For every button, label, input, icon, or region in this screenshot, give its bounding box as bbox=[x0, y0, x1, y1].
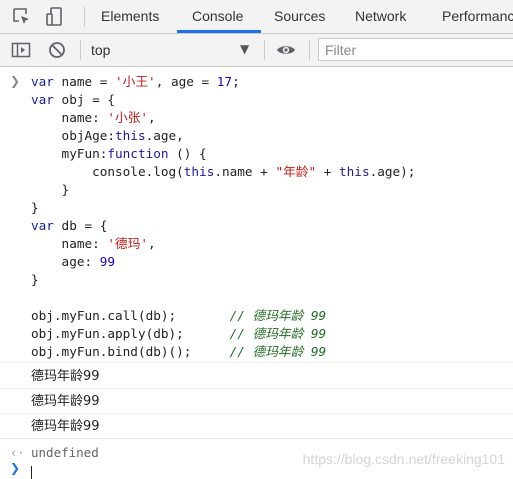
device-toolbar-icon[interactable] bbox=[44, 6, 66, 28]
result-value: undefined bbox=[31, 445, 99, 460]
active-tab-indicator bbox=[177, 30, 261, 33]
toolbar-divider bbox=[264, 40, 265, 60]
tab-console[interactable]: Console bbox=[192, 0, 243, 33]
console-input-entry: ❯ var name = '小王', age = 17; var obj = {… bbox=[0, 68, 513, 363]
prompt-chevron-icon: ❯ bbox=[10, 74, 21, 88]
sidebar-toggle-icon[interactable] bbox=[10, 39, 32, 61]
eye-icon[interactable] bbox=[275, 39, 297, 61]
prompt-chevron-icon: ❯ bbox=[10, 461, 21, 475]
toolbar-divider bbox=[80, 40, 81, 60]
console-toolbar: top ▼ bbox=[0, 34, 513, 67]
tab-network[interactable]: Network bbox=[355, 0, 406, 33]
devtools-window: Elements Console Sources Network Perform… bbox=[0, 0, 513, 479]
code-text[interactable]: var name = '小王', age = 17; var obj = { n… bbox=[31, 73, 415, 361]
tab-sources[interactable]: Sources bbox=[274, 0, 325, 33]
dropdown-arrow-icon[interactable]: ▼ bbox=[240, 42, 249, 56]
filter-input[interactable] bbox=[318, 38, 513, 61]
tab-bar-divider bbox=[84, 7, 85, 27]
devtools-tab-bar: Elements Console Sources Network Perform… bbox=[0, 0, 513, 34]
toolbar-divider bbox=[309, 40, 310, 60]
inspect-element-icon[interactable] bbox=[11, 6, 33, 28]
console-log-row: 德玛年龄99 bbox=[0, 414, 513, 439]
clear-console-icon[interactable] bbox=[46, 39, 68, 61]
console-prompt[interactable]: ❯ bbox=[0, 461, 513, 479]
tab-performance[interactable]: Performance bbox=[442, 0, 513, 33]
console-log-row: 德玛年龄99 bbox=[0, 364, 513, 389]
tab-elements[interactable]: Elements bbox=[101, 0, 159, 33]
console-log-row: 德玛年龄99 bbox=[0, 389, 513, 414]
text-caret bbox=[31, 466, 32, 479]
context-selector[interactable]: top bbox=[91, 34, 110, 66]
